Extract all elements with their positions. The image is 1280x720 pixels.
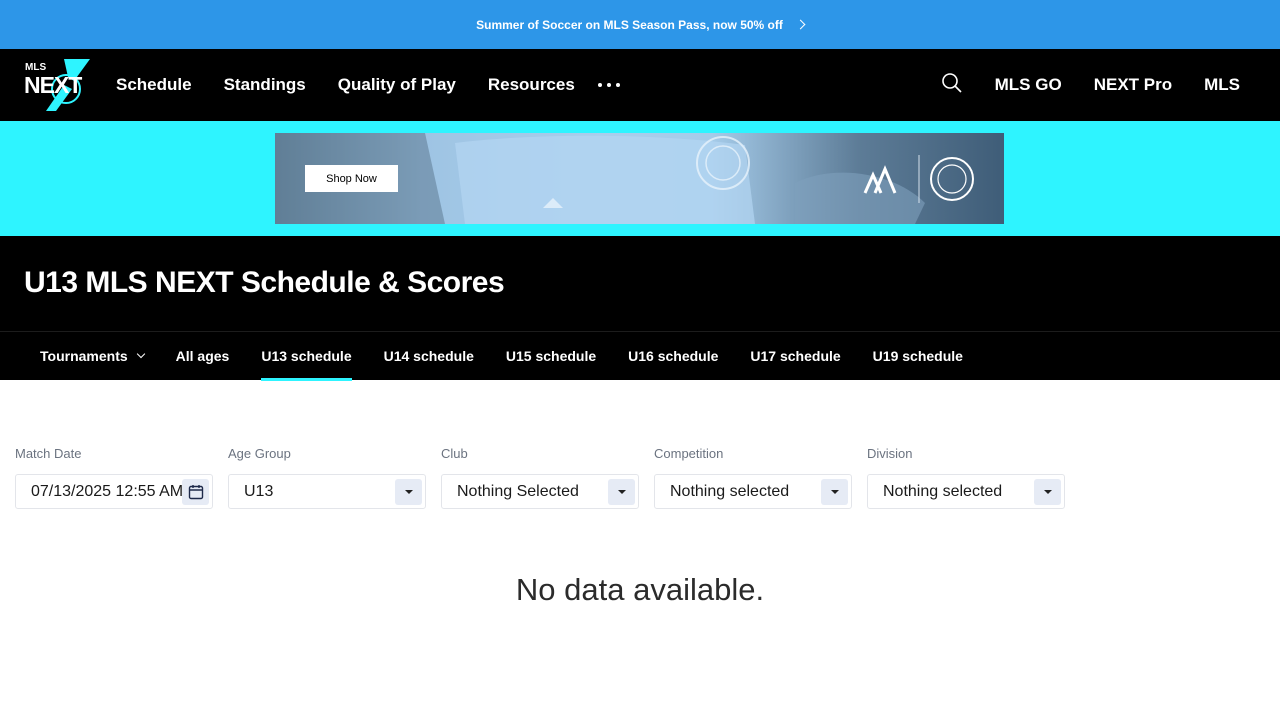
nav-standings[interactable]: Standings [224, 75, 306, 95]
logo-big-text: NEXT [24, 72, 82, 98]
age-group-filter: Age Group U13 [228, 446, 426, 509]
division-select[interactable]: Nothing selected [867, 474, 1065, 509]
chevron-down-icon [136, 349, 145, 359]
division-value: Nothing selected [883, 482, 1003, 500]
nav-mls[interactable]: MLS [1204, 75, 1240, 95]
club-select[interactable]: Nothing Selected [441, 474, 639, 509]
match-date-filter: Match Date 07/13/2025 12:55 AM [15, 446, 213, 509]
division-filter: Division Nothing selected [867, 446, 1065, 509]
ad-banner[interactable]: Shop Now [275, 133, 1004, 224]
more-dots-icon[interactable] [597, 83, 620, 87]
promo-banner[interactable]: Summer of Soccer on MLS Season Pass, now… [0, 0, 1280, 49]
chevron-right-icon [795, 19, 806, 30]
nav-resources[interactable]: Resources [488, 75, 575, 95]
nav-mls-go[interactable]: MLS GO [995, 75, 1062, 95]
caret-down-icon[interactable] [1034, 479, 1061, 505]
tab-label: All ages [175, 348, 230, 364]
filter-bar: Match Date 07/13/2025 12:55 AM Age Group… [15, 446, 1080, 509]
tab-label: U15 schedule [505, 348, 597, 364]
tab-u17-schedule[interactable]: U17 schedule [750, 332, 840, 380]
tab-u13-schedule[interactable]: U13 schedule [261, 332, 352, 381]
caret-down-icon[interactable] [395, 479, 422, 505]
tab-u15-schedule[interactable]: U15 schedule [506, 332, 596, 380]
competition-filter: Competition Nothing selected [654, 446, 852, 509]
caret-down-icon[interactable] [608, 479, 635, 505]
shop-now-button[interactable]: Shop Now [305, 165, 398, 192]
nav-quality-of-play[interactable]: Quality of Play [338, 75, 456, 95]
tab-label: U13 schedule [261, 348, 352, 364]
club-filter: Club Nothing Selected [441, 446, 639, 509]
age-group-select[interactable]: U13 [228, 474, 426, 509]
competition-value: Nothing selected [670, 482, 790, 500]
schedule-tabs: Tournaments All ages U13 schedule U14 sc… [0, 331, 1280, 381]
match-date-label: Match Date [15, 446, 82, 461]
search-icon[interactable] [941, 72, 963, 94]
calendar-icon[interactable] [182, 479, 209, 505]
competition-select[interactable]: Nothing selected [654, 474, 852, 509]
age-group-label: Age Group [228, 446, 291, 461]
caret-down-icon[interactable] [821, 479, 848, 505]
competition-label: Competition [654, 446, 724, 461]
mls-next-logo[interactable]: MLS NEXT [24, 59, 92, 111]
tab-label: Tournaments [40, 348, 128, 364]
nav-schedule[interactable]: Schedule [116, 75, 192, 95]
tab-label: U17 schedule [750, 348, 841, 364]
empty-state-message: No data available. [515, 572, 765, 607]
ad-band: Shop Now [0, 121, 1280, 236]
club-label: Club [441, 446, 468, 461]
tab-u19-schedule[interactable]: U19 schedule [873, 332, 963, 380]
tab-u14-schedule[interactable]: U14 schedule [384, 332, 474, 380]
tab-label: U16 schedule [628, 348, 719, 364]
division-label: Division [867, 446, 913, 461]
nav-next-pro[interactable]: NEXT Pro [1094, 75, 1172, 95]
age-group-value: U13 [244, 482, 274, 500]
tab-tournaments[interactable]: Tournaments [40, 332, 145, 380]
match-date-input[interactable]: 07/13/2025 12:55 AM [15, 474, 213, 509]
tab-u16-schedule[interactable]: U16 schedule [628, 332, 718, 380]
page-title: U13 MLS NEXT Schedule & Scores [24, 266, 505, 299]
promo-text[interactable]: Summer of Soccer on MLS Season Pass, now… [476, 18, 783, 32]
tab-all-ages[interactable]: All ages [176, 332, 230, 380]
match-date-value: 07/13/2025 12:55 AM [31, 482, 184, 500]
tab-label: U19 schedule [872, 348, 963, 364]
top-navigation: MLS NEXT Schedule Standings Quality of P… [0, 49, 1280, 121]
club-value: Nothing Selected [457, 482, 579, 500]
tab-label: U14 schedule [383, 348, 474, 364]
title-band: U13 MLS NEXT Schedule & Scores [0, 236, 1280, 331]
